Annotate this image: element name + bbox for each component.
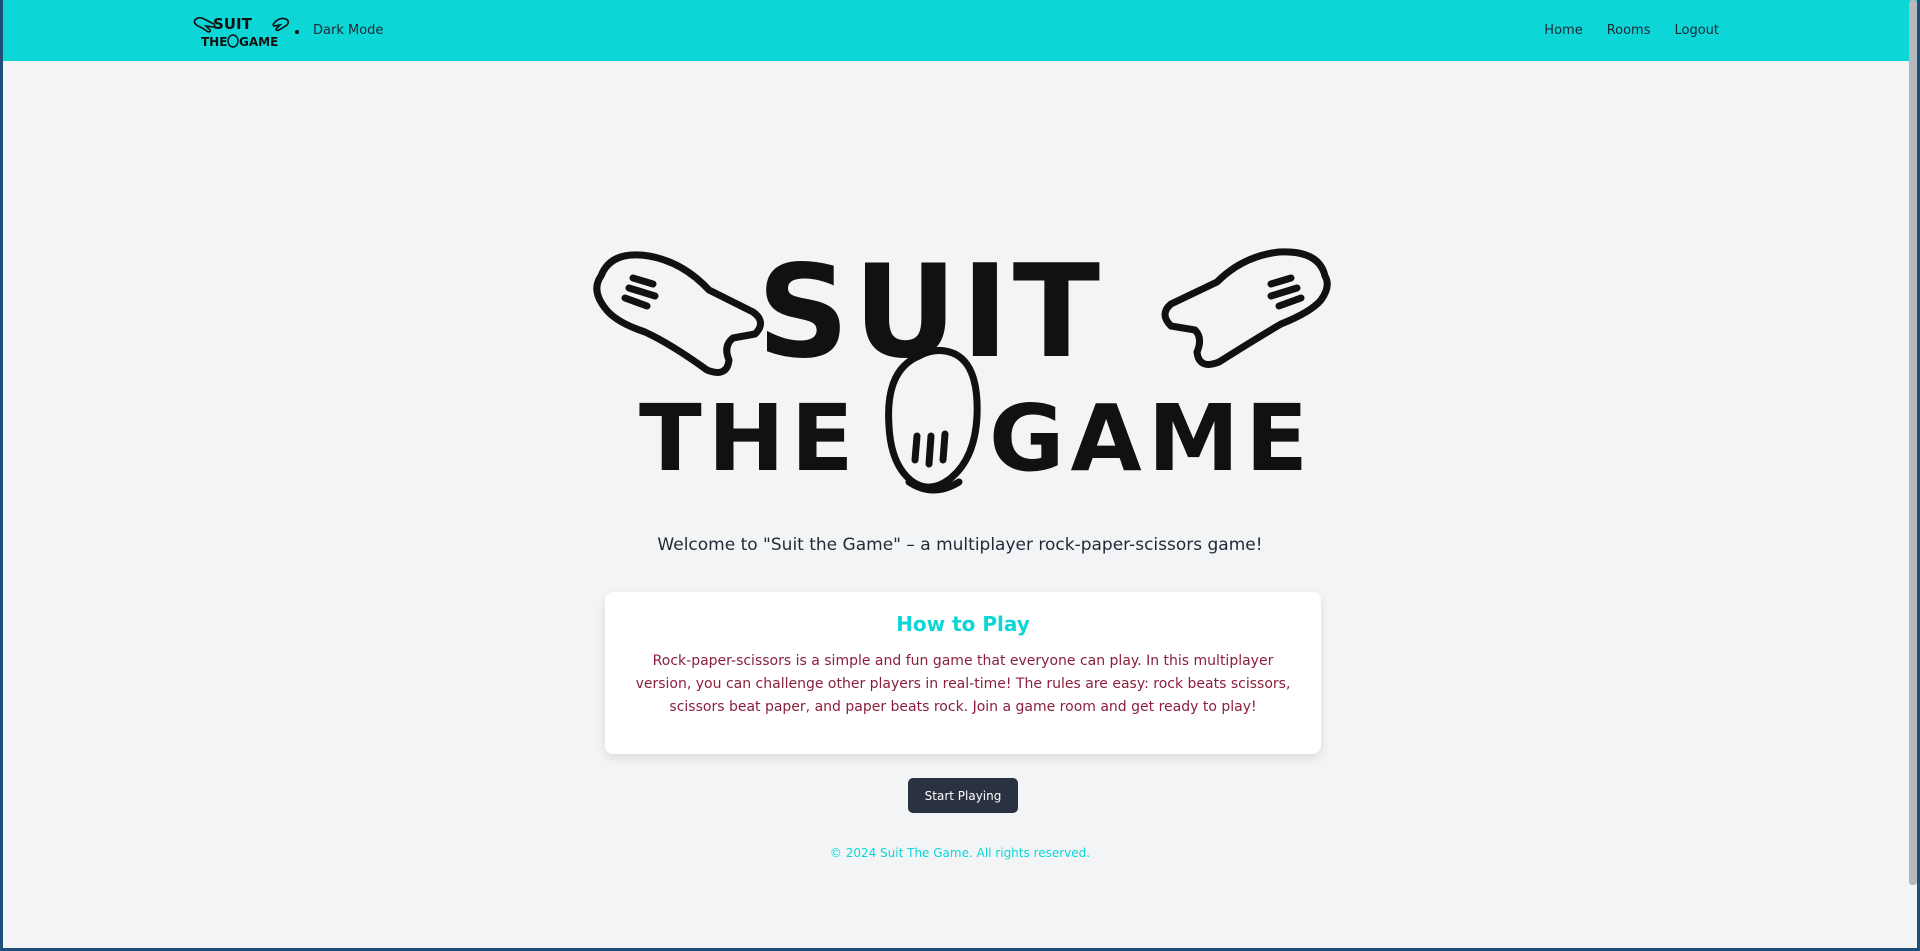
navbar-left: SUIT THE GAME Dark Mode xyxy=(191,12,383,50)
right-scissors-hand-icon xyxy=(1161,248,1331,368)
nav-link-logout[interactable]: Logout xyxy=(1674,23,1719,38)
svg-text:GAME: GAME xyxy=(989,385,1314,492)
top-navbar: SUIT THE GAME Dark Mode Home Rooms Logou… xyxy=(3,0,1917,61)
svg-text:THE: THE xyxy=(639,385,860,492)
navbar-links: Home Rooms Logout xyxy=(1544,23,1719,38)
how-to-play-card: How to Play Rock-paper-scissors is a sim… xyxy=(605,592,1321,754)
footer-copyright: © 2024 Suit The Game. All rights reserve… xyxy=(829,846,1091,860)
nav-link-rooms[interactable]: Rooms xyxy=(1607,23,1651,38)
welcome-text: Welcome to "Suit the Game" – a multiplay… xyxy=(657,535,1263,555)
how-to-play-body: Rock-paper-scissors is a simple and fun … xyxy=(635,653,1291,715)
vertical-scrollbar[interactable] xyxy=(1909,0,1917,885)
hero-logo: SUIT THE GAME xyxy=(593,246,1331,494)
svg-text:SUIT: SUIT xyxy=(757,246,1104,387)
dark-mode-toggle[interactable]: Dark Mode xyxy=(313,23,383,38)
left-scissors-hand-icon xyxy=(593,251,764,376)
start-playing-button[interactable]: Start Playing xyxy=(908,778,1018,813)
svg-text:SUIT: SUIT xyxy=(213,15,253,33)
navbar-container: SUIT THE GAME Dark Mode Home Rooms Logou… xyxy=(191,0,1719,61)
how-to-play-title: How to Play xyxy=(896,612,1030,636)
svg-text:THE: THE xyxy=(201,35,227,49)
svg-text:GAME: GAME xyxy=(239,35,278,49)
brand-logo[interactable]: SUIT THE GAME xyxy=(191,12,301,50)
nav-link-home[interactable]: Home xyxy=(1544,23,1582,38)
